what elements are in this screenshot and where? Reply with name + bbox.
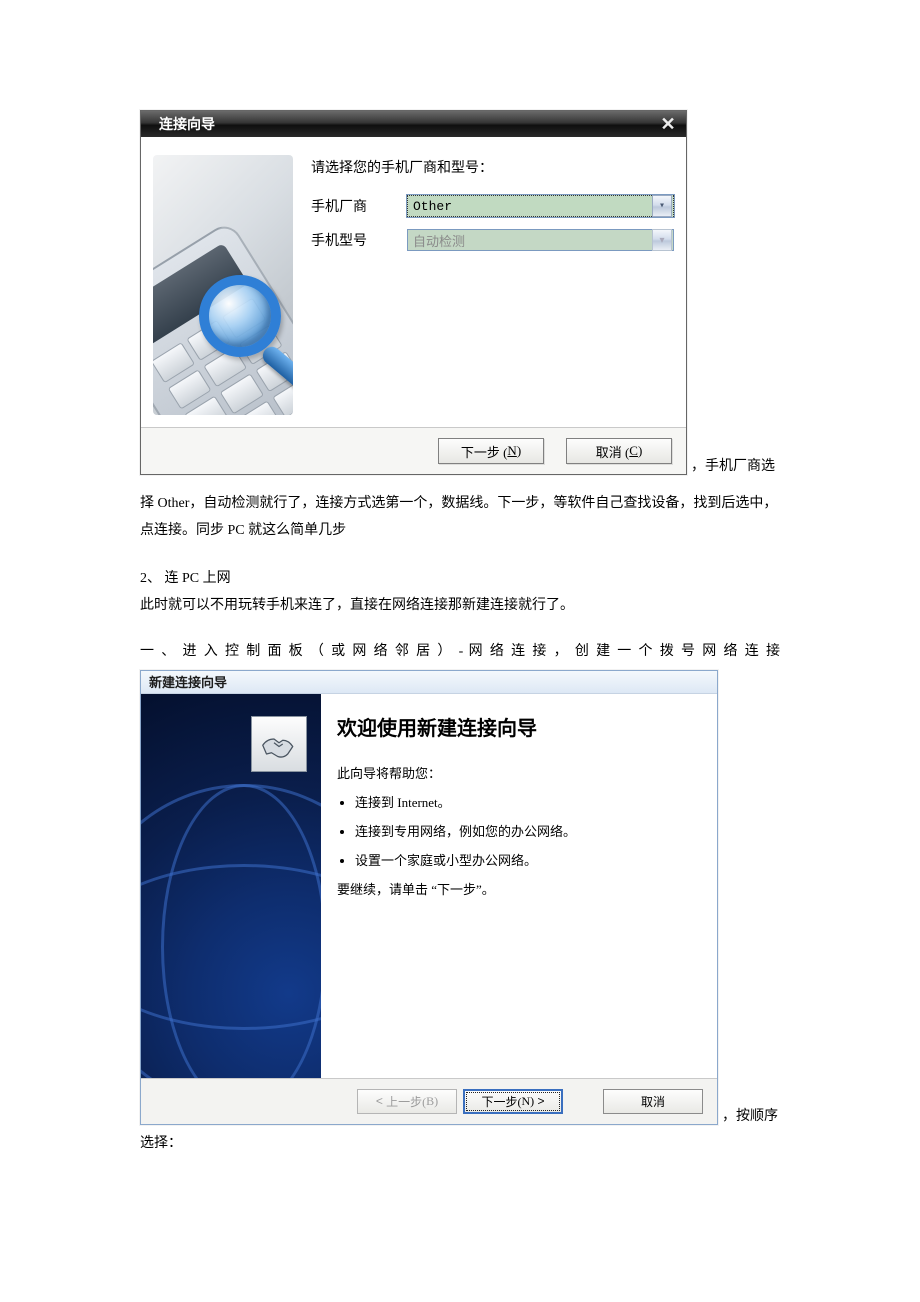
body-paragraph: 此时就可以不用玩转手机来连了，直接在网络连接那新建连接就行了。: [140, 593, 780, 620]
search-icon: [199, 275, 293, 385]
dialog-titlebar: 连接向导 ✕: [141, 111, 686, 137]
close-icon[interactable]: ✕: [658, 114, 678, 134]
connect-wizard-dialog: 连接向导 ✕: [140, 110, 687, 475]
next-button[interactable]: 下一步(N) >: [463, 1089, 563, 1114]
back-button: < 上一步(B): [357, 1089, 457, 1114]
chevron-down-icon: ▾: [652, 229, 672, 251]
list-item: 连接到 Internet。: [355, 793, 701, 814]
wizard-continue-text: 要继续，请单击 “下一步”。: [337, 879, 701, 901]
handshake-icon: [251, 716, 307, 772]
form-prompt: 请选择您的手机厂商和型号：: [311, 157, 674, 177]
list-item: 连接到专用网络，例如您的办公网络。: [355, 822, 701, 843]
wizard-bullet-list: 连接到 Internet。 连接到专用网络，例如您的办公网络。 设置一个家庭或小…: [341, 793, 701, 871]
cancel-button[interactable]: 取消: [603, 1089, 703, 1114]
wizard-intro: 此向导将帮助您：: [337, 763, 701, 785]
model-combobox[interactable]: 自动检测 ▾: [407, 229, 674, 251]
inline-caption: ，按顺序: [722, 1105, 778, 1125]
chevron-down-icon[interactable]: ▾: [652, 195, 672, 217]
dialog-title: 连接向导: [159, 114, 215, 134]
dialog-footer: < 上一步(B) 下一步(N) > 取消: [141, 1079, 717, 1124]
body-paragraph: 择 Other，自动检测就行了，连接方式选第一个，数据线。下一步，等软件自己查找…: [140, 491, 780, 544]
inline-caption: ，手机厂商选: [691, 455, 775, 475]
new-connection-wizard-dialog: 新建连接向导 欢迎使用新建连接向导 此向导将帮助您：: [140, 670, 718, 1125]
section-heading: 2、 连 PC 上网: [140, 566, 780, 593]
model-label: 手机型号: [311, 230, 407, 250]
cancel-button[interactable]: 取消 (C): [566, 438, 672, 464]
vendor-combobox[interactable]: Other ▾: [407, 195, 674, 217]
dialog-titlebar: 新建连接向导: [141, 671, 717, 694]
body-paragraph: 一 、 进 入 控 制 面 板 （ 或 网 络 邻 居 ） - 网 络 连 接 …: [140, 639, 780, 666]
wizard-heading: 欢迎使用新建连接向导: [337, 712, 701, 741]
wizard-side-banner: [141, 694, 321, 1078]
next-button[interactable]: 下一步 (N): [438, 438, 544, 464]
list-item: 设置一个家庭或小型办公网络。: [355, 851, 701, 872]
dialog-title: 新建连接向导: [149, 672, 227, 691]
body-paragraph: 选择：: [140, 1131, 780, 1158]
model-value: 自动检测: [413, 231, 651, 250]
dialog-body: 欢迎使用新建连接向导 此向导将帮助您： 连接到 Internet。 连接到专用网…: [141, 694, 717, 1078]
dialog-body: 请选择您的手机厂商和型号： 手机厂商 Other ▾ 手机型号 自动检测 ▾: [141, 137, 686, 427]
vendor-label: 手机厂商: [311, 196, 407, 216]
wizard-illustration: [153, 155, 293, 415]
dialog-footer: 下一步 (N) 取消 (C): [141, 427, 686, 474]
vendor-value: Other: [413, 199, 651, 214]
